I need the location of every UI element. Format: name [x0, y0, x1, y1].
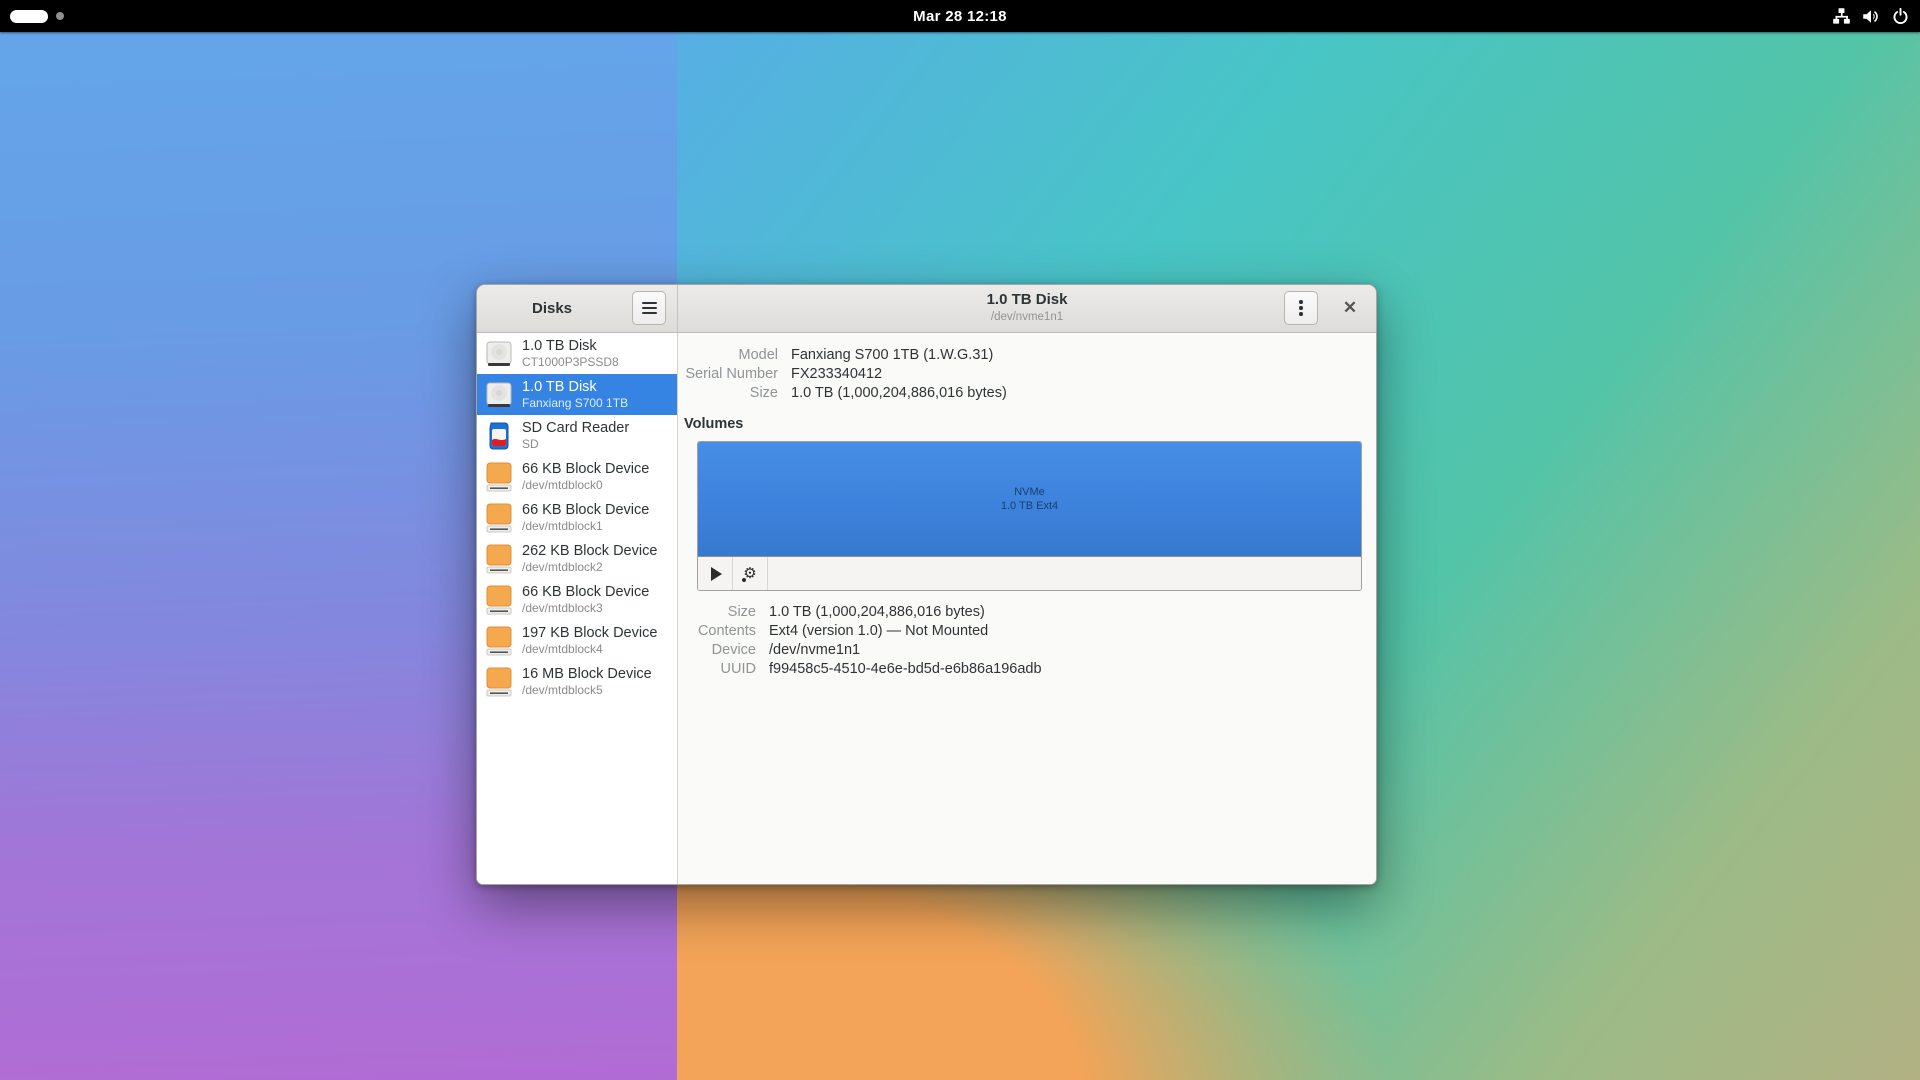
volume-settings-button[interactable]: ⚙ [733, 557, 768, 590]
device-title: 16 MB Block Device [522, 666, 652, 683]
disk-serial-value: FX233340412 [791, 366, 1376, 382]
gear-dot-icon [742, 578, 746, 582]
block-device-icon [484, 460, 514, 494]
info-label: Size [678, 604, 756, 620]
block-device-icon [484, 665, 514, 699]
titlebar[interactable]: Disks 1.0 TB Disk /dev/nvme1n1 ✕ [477, 285, 1376, 333]
device-row-8[interactable]: 16 MB Block Device/dev/mtdblock5 [477, 661, 677, 702]
device-title: 1.0 TB Disk [522, 338, 619, 355]
power-icon [1891, 7, 1910, 26]
volume-size-value: 1.0 TB (1,000,204,886,016 bytes) [769, 604, 1376, 620]
device-title: 262 KB Block Device [522, 543, 657, 560]
device-row-3[interactable]: 66 KB Block Device/dev/mtdblock0 [477, 456, 677, 497]
device-row-5[interactable]: 262 KB Block Device/dev/mtdblock2 [477, 538, 677, 579]
gnome-top-bar: Mar 28 12:18 [0, 0, 1920, 32]
block-device-icon [484, 542, 514, 576]
volume-device-value: /dev/nvme1n1 [769, 642, 1376, 658]
device-row-0[interactable]: 1.0 TB DiskCT1000P3PSSD8 [477, 333, 677, 374]
device-title: 1.0 TB Disk [522, 379, 628, 396]
close-icon: ✕ [1343, 298, 1357, 318]
info-label: Serial Number [678, 366, 778, 382]
volume-map: NVMe 1.0 TB Ext4 ⚙ [697, 441, 1362, 591]
device-subtitle: /dev/mtdblock3 [522, 601, 649, 615]
info-label: Device [678, 642, 756, 658]
mount-volume-button[interactable] [698, 557, 733, 590]
titlebar-sidebar-section: Disks [477, 285, 678, 332]
block-device-icon [484, 583, 514, 617]
info-label: UUID [678, 661, 756, 677]
window-title: 1.0 TB Disk [678, 290, 1376, 310]
hard-drive-icon [484, 378, 514, 412]
device-row-7[interactable]: 197 KB Block Device/dev/mtdblock4 [477, 620, 677, 661]
hamburger-menu-button[interactable] [632, 291, 666, 325]
titlebar-main-section: 1.0 TB Disk /dev/nvme1n1 ✕ [678, 285, 1376, 332]
info-label: Contents [678, 623, 756, 639]
disk-model-value: Fanxiang S700 1TB (1.W.G.31) [791, 347, 1376, 363]
info-label: Model [678, 347, 778, 363]
info-label: Size [678, 385, 778, 401]
device-title: SD Card Reader [522, 420, 629, 437]
app-title: Disks [477, 285, 627, 332]
clock[interactable]: Mar 28 12:18 [0, 8, 1920, 25]
volume-uuid-value: f99458c5-4510-4e6e-bd5d-e6b86a196adb [769, 661, 1376, 677]
disk-info-grid: Model Fanxiang S700 1TB (1.W.G.31) Seria… [678, 347, 1376, 401]
hard-drive-icon [484, 337, 514, 371]
block-device-icon [484, 501, 514, 535]
network-wired-icon [1832, 7, 1851, 26]
sd-card-icon [484, 419, 514, 453]
device-subtitle: /dev/mtdblock4 [522, 642, 657, 656]
volume-info-grid: Size 1.0 TB (1,000,204,886,016 bytes) Co… [678, 604, 1376, 677]
device-subtitle: /dev/mtdblock2 [522, 560, 657, 574]
device-subtitle: Fanxiang S700 1TB [522, 396, 628, 410]
device-row-2[interactable]: SD Card ReaderSD [477, 415, 677, 456]
volume-name: NVMe [1014, 485, 1045, 499]
volume-icon [1861, 7, 1881, 26]
close-button[interactable]: ✕ [1332, 291, 1368, 325]
volume-size-fs: 1.0 TB Ext4 [1001, 499, 1058, 513]
more-options-button[interactable] [1284, 291, 1318, 325]
device-row-4[interactable]: 66 KB Block Device/dev/mtdblock1 [477, 497, 677, 538]
window-title-block: 1.0 TB Disk /dev/nvme1n1 [678, 290, 1376, 324]
block-device-icon [484, 624, 514, 658]
device-row-1-selected[interactable]: 1.0 TB DiskFanxiang S700 1TB [477, 374, 677, 415]
volume-toolbar: ⚙ [698, 557, 1361, 590]
device-title: 66 KB Block Device [522, 502, 649, 519]
disks-window: Disks 1.0 TB Disk /dev/nvme1n1 ✕ 1.0 TB … [476, 284, 1377, 885]
volume-segment-nvme[interactable]: NVMe 1.0 TB Ext4 [698, 442, 1361, 557]
device-list: 1.0 TB DiskCT1000P3PSSD8 1.0 TB DiskFanx… [477, 333, 678, 885]
device-title: 66 KB Block Device [522, 461, 649, 478]
device-row-6[interactable]: 66 KB Block Device/dev/mtdblock3 [477, 579, 677, 620]
window-subtitle: /dev/nvme1n1 [678, 310, 1376, 324]
device-subtitle: /dev/mtdblock1 [522, 519, 649, 533]
play-icon [711, 567, 722, 581]
volumes-section-title: Volumes [684, 416, 1376, 432]
system-status-area[interactable] [1832, 0, 1910, 32]
device-subtitle: /dev/mtdblock0 [522, 478, 649, 492]
volume-contents-value: Ext4 (version 1.0) — Not Mounted [769, 623, 1376, 639]
device-subtitle: CT1000P3PSSD8 [522, 355, 619, 369]
device-subtitle: /dev/mtdblock5 [522, 683, 652, 697]
disk-size-value: 1.0 TB (1,000,204,886,016 bytes) [791, 385, 1376, 401]
device-title: 197 KB Block Device [522, 625, 657, 642]
device-title: 66 KB Block Device [522, 584, 649, 601]
device-subtitle: SD [522, 437, 629, 451]
disk-detail-pane: Model Fanxiang S700 1TB (1.W.G.31) Seria… [678, 333, 1376, 885]
